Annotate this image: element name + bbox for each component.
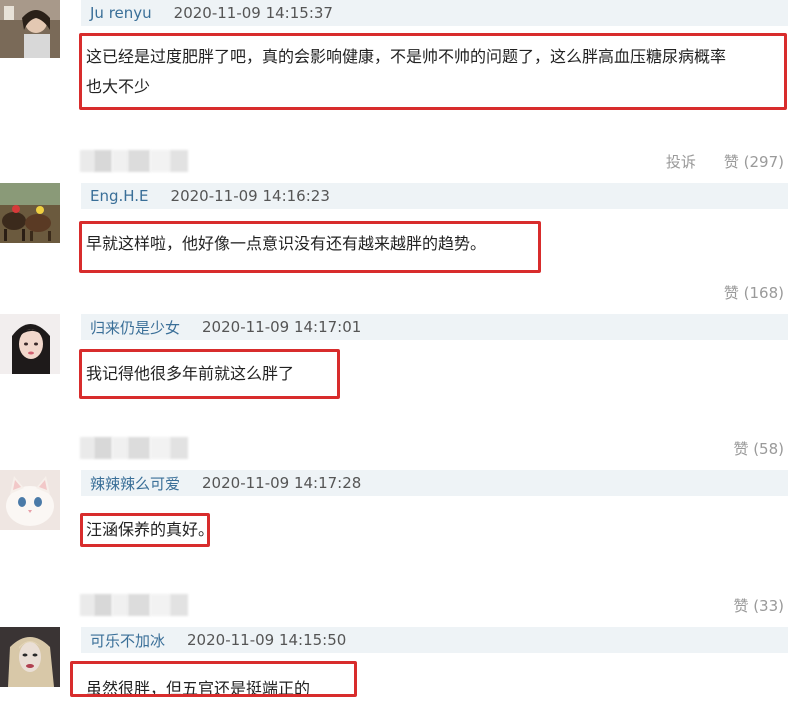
comment-footer: 赞 (58)	[0, 437, 788, 459]
username-link[interactable]: 辣辣辣么可爱	[90, 473, 180, 494]
comment-timestamp: 2020-11-09 14:15:37	[173, 4, 333, 22]
highlight-box	[70, 661, 357, 697]
comment-actions: 赞 (58)	[733, 437, 784, 459]
like-button[interactable]: 赞 (58)	[733, 438, 784, 459]
like-button[interactable]: 赞 (33)	[733, 595, 784, 616]
comment-header: 辣辣辣么可爱 2020-11-09 14:17:28	[81, 470, 788, 496]
comment-header: 可乐不加冰 2020-11-09 14:15:50	[81, 627, 788, 653]
report-button[interactable]: 投诉	[666, 151, 696, 172]
user-avatar[interactable]	[0, 627, 60, 687]
highlight-box	[80, 513, 210, 547]
comment-timestamp: 2020-11-09 14:17:28	[202, 474, 362, 492]
blurred-reply-name	[80, 594, 188, 616]
highlight-box	[79, 349, 340, 399]
user-avatar[interactable]	[0, 183, 60, 243]
comment-timestamp: 2020-11-09 14:15:50	[187, 631, 347, 649]
comment-footer: 赞 (33)	[0, 594, 788, 616]
blurred-reply-name	[80, 437, 188, 459]
username-link[interactable]: 归来仍是少女	[90, 317, 180, 338]
comment-header: Ju renyu 2020-11-09 14:15:37	[81, 0, 788, 26]
user-avatar[interactable]	[0, 0, 60, 58]
username-link[interactable]: Ju renyu	[90, 4, 152, 22]
blurred-reply-name	[80, 150, 188, 172]
comment-timestamp: 2020-11-09 14:16:23	[170, 187, 330, 205]
highlight-box	[79, 33, 787, 110]
comment-actions: 投诉 赞 (297)	[666, 150, 784, 172]
highlight-box	[79, 221, 541, 273]
comment-header: 归来仍是少女 2020-11-09 14:17:01	[81, 314, 788, 340]
comment-actions: 赞 (168)	[724, 281, 784, 303]
username-link[interactable]: Eng.H.E	[90, 187, 149, 205]
like-button[interactable]: 赞 (297)	[724, 151, 784, 172]
comment-actions: 赞 (33)	[733, 594, 784, 616]
comment-footer: 投诉 赞 (297)	[0, 150, 788, 172]
user-avatar[interactable]	[0, 470, 60, 530]
comment-header: Eng.H.E 2020-11-09 14:16:23	[81, 183, 788, 209]
comment-footer: 赞 (168)	[0, 281, 788, 303]
user-avatar[interactable]	[0, 314, 60, 374]
username-link[interactable]: 可乐不加冰	[90, 630, 165, 651]
comment-timestamp: 2020-11-09 14:17:01	[202, 318, 362, 336]
like-button[interactable]: 赞 (168)	[724, 282, 784, 303]
